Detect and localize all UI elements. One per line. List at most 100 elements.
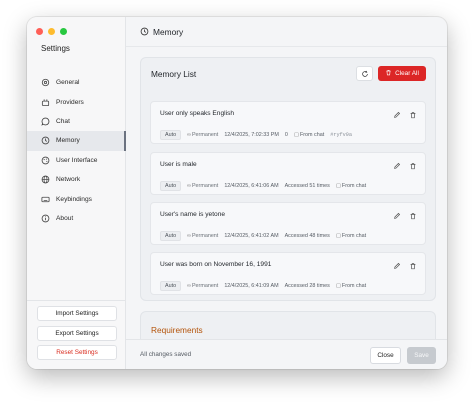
window-controls [36, 28, 67, 35]
source-label: ▢From chat [293, 132, 325, 138]
sidebar-item-label: Chat [56, 117, 70, 125]
page-title: Memory [153, 26, 184, 37]
type-badge: Auto [160, 231, 182, 241]
providers-icon [41, 98, 50, 107]
globe-icon [41, 175, 50, 184]
footer-bar: All changes saved Close Save [126, 339, 447, 369]
sidebar-item-memory[interactable]: Memory [27, 131, 126, 151]
pencil-icon [394, 262, 401, 269]
settings-window: Settings General Providers Chat Memory U… [27, 17, 447, 369]
clear-all-button[interactable]: Clear All [378, 66, 426, 81]
memory-icon [140, 27, 149, 36]
delete-button[interactable] [409, 212, 417, 220]
sidebar-item-user-interface[interactable]: User Interface [27, 151, 126, 170]
sidebar-item-label: General [56, 79, 80, 87]
infinity-icon: ∞ [187, 233, 191, 239]
sidebar-item-label: About [56, 214, 74, 222]
delete-button[interactable] [409, 111, 417, 119]
trash-icon [410, 112, 416, 119]
memory-actions [393, 212, 417, 220]
memory-list-title: Memory List [151, 69, 197, 79]
source-label: ▢From chat [335, 283, 367, 289]
sidebar-item-label: User Interface [56, 156, 98, 164]
save-button[interactable]: Save [407, 347, 436, 364]
memory-icon [41, 136, 50, 145]
memory-text: User was born on November 16, 1991 [160, 261, 272, 268]
keyboard-icon [41, 195, 50, 204]
refresh-button[interactable] [356, 66, 373, 81]
sidebar-item-network[interactable]: Network [27, 170, 126, 189]
sidebar-item-providers[interactable]: Providers [27, 92, 126, 111]
clear-all-label: Clear All [395, 70, 419, 77]
main-panel: Memory Memory List Clear All User only s… [126, 17, 447, 369]
chat-icon [41, 117, 50, 126]
memory-list-card: Memory List Clear All User only speaks E… [140, 57, 436, 301]
info-icon [41, 214, 50, 223]
memory-meta: Auto ∞Permanent 12/4/2025, 6:41:02 AM Ac… [160, 231, 366, 241]
edit-button[interactable] [393, 111, 401, 119]
memory-item: User's name is yetone Auto ∞Permanent 12… [150, 202, 426, 245]
edit-button[interactable] [393, 162, 401, 170]
access-count: Accessed 51 times [284, 183, 330, 189]
memory-meta: Auto ∞Permanent 12/4/2025, 7:02:33 PM 0 … [160, 130, 352, 140]
trash-icon [410, 213, 416, 220]
infinity-icon: ∞ [187, 283, 191, 289]
memory-date: 12/4/2025, 7:02:33 PM [224, 132, 279, 138]
sidebar-item-label: Keybindings [56, 195, 92, 203]
edit-button[interactable] [393, 262, 401, 270]
import-settings-button[interactable]: Import Settings [37, 306, 117, 321]
delete-button[interactable] [409, 162, 417, 170]
scope-label: ∞Permanent [187, 233, 219, 239]
sidebar-actions: Import Settings Export Settings Reset Se… [27, 300, 126, 365]
maximize-window-button[interactable] [60, 28, 67, 35]
sidebar-item-chat[interactable]: Chat [27, 112, 126, 131]
memory-actions [393, 162, 417, 170]
chat-icon: ▢ [293, 132, 299, 138]
memory-text: User is male [160, 161, 197, 168]
minimize-window-button[interactable] [48, 28, 55, 35]
trash-icon [410, 263, 416, 270]
pencil-icon [394, 111, 401, 118]
sidebar-title: Settings [41, 44, 70, 53]
trash-icon [410, 163, 416, 170]
access-count: Accessed 28 times [284, 283, 330, 289]
refresh-icon [361, 65, 369, 83]
sidebar-item-label: Network [56, 176, 81, 184]
memory-date: 12/4/2025, 6:41:02 AM [224, 233, 279, 239]
memory-date: 12/4/2025, 6:41:09 AM [224, 283, 279, 289]
type-badge: Auto [160, 281, 182, 291]
close-button[interactable]: Close [370, 347, 401, 364]
memory-item: User was born on November 16, 1991 Auto … [150, 252, 426, 295]
memory-text: User's name is yetone [160, 211, 226, 218]
sidebar-item-label: Providers [56, 98, 84, 106]
sidebar-item-keybindings[interactable]: Keybindings [27, 189, 126, 208]
memory-meta: Auto ∞Permanent 12/4/2025, 6:41:06 AM Ac… [160, 181, 366, 191]
sidebar: Settings General Providers Chat Memory U… [27, 17, 126, 369]
chat-icon: ▢ [335, 233, 341, 239]
delete-button[interactable] [409, 262, 417, 270]
pencil-icon [394, 162, 401, 169]
access-count: Accessed 48 times [284, 233, 330, 239]
gear-icon [41, 78, 50, 87]
edit-button[interactable] [393, 212, 401, 220]
memory-actions [393, 111, 417, 119]
scope-label: ∞Permanent [187, 183, 219, 189]
memory-item: User is male Auto ∞Permanent 12/4/2025, … [150, 152, 426, 195]
chat-icon: ▢ [335, 283, 341, 289]
requirements-title: Requirements [151, 325, 203, 335]
close-window-button[interactable] [36, 28, 43, 35]
reset-settings-button[interactable]: Reset Settings [37, 345, 117, 360]
infinity-icon: ∞ [187, 132, 191, 138]
trash-icon [385, 69, 392, 78]
settings-nav: General Providers Chat Memory User Inter… [27, 73, 126, 228]
chat-icon: ▢ [335, 183, 341, 189]
sidebar-item-general[interactable]: General [27, 73, 126, 92]
source-label: ▢From chat [335, 233, 367, 239]
memory-meta: Auto ∞Permanent 12/4/2025, 6:41:09 AM Ac… [160, 281, 366, 291]
page-header: Memory [126, 17, 447, 47]
type-badge: Auto [160, 130, 182, 140]
memory-text: User only speaks English [160, 110, 235, 117]
sidebar-item-about[interactable]: About [27, 209, 126, 228]
save-status: All changes saved [140, 351, 192, 358]
export-settings-button[interactable]: Export Settings [37, 325, 117, 341]
